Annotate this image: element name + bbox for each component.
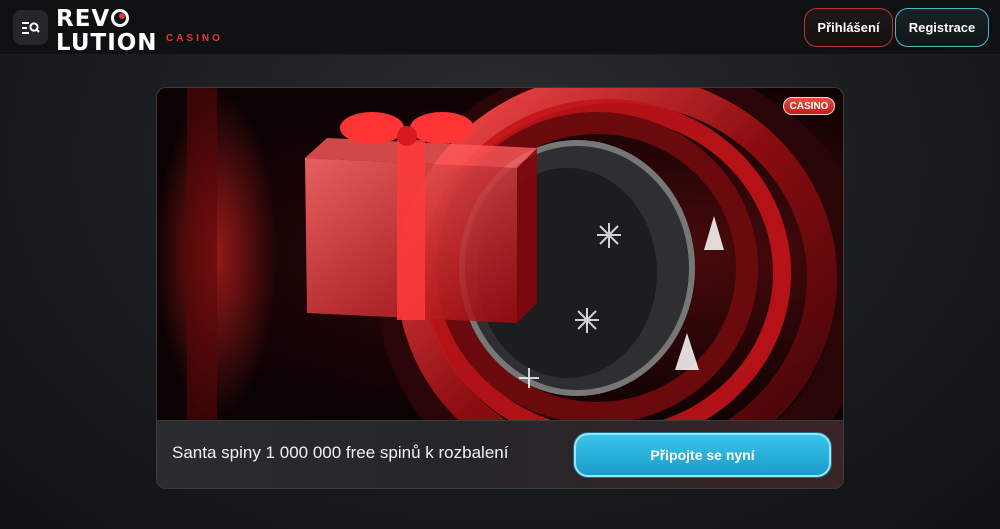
menu-search-icon	[21, 21, 40, 34]
register-button[interactable]: Registrace	[895, 8, 989, 47]
site-logo[interactable]: REVLUTION CASINO	[56, 7, 231, 55]
login-button[interactable]: Přihlášení	[804, 8, 893, 47]
logo-subtitle: CASINO	[166, 33, 223, 44]
top-bar: REVLUTION CASINO Přihlášení Registrace	[0, 0, 1000, 55]
logo-o-icon	[111, 9, 130, 27]
join-now-button[interactable]: Připojte se nyní	[574, 433, 831, 477]
promo-footer: Santa spiny 1 000 000 free spinů k rozba…	[157, 420, 843, 488]
promo-title: Santa spiny 1 000 000 free spinů k rozba…	[172, 443, 509, 462]
casino-badge: CASINO	[783, 97, 835, 115]
promo-banner-image[interactable]: CASINO	[157, 88, 843, 420]
promo-card[interactable]: CASINO Santa spiny 1 000 000 free spinů …	[156, 87, 844, 489]
logo-wordmark: REVLUTION	[56, 6, 158, 56]
menu-search-button[interactable]	[13, 10, 48, 45]
